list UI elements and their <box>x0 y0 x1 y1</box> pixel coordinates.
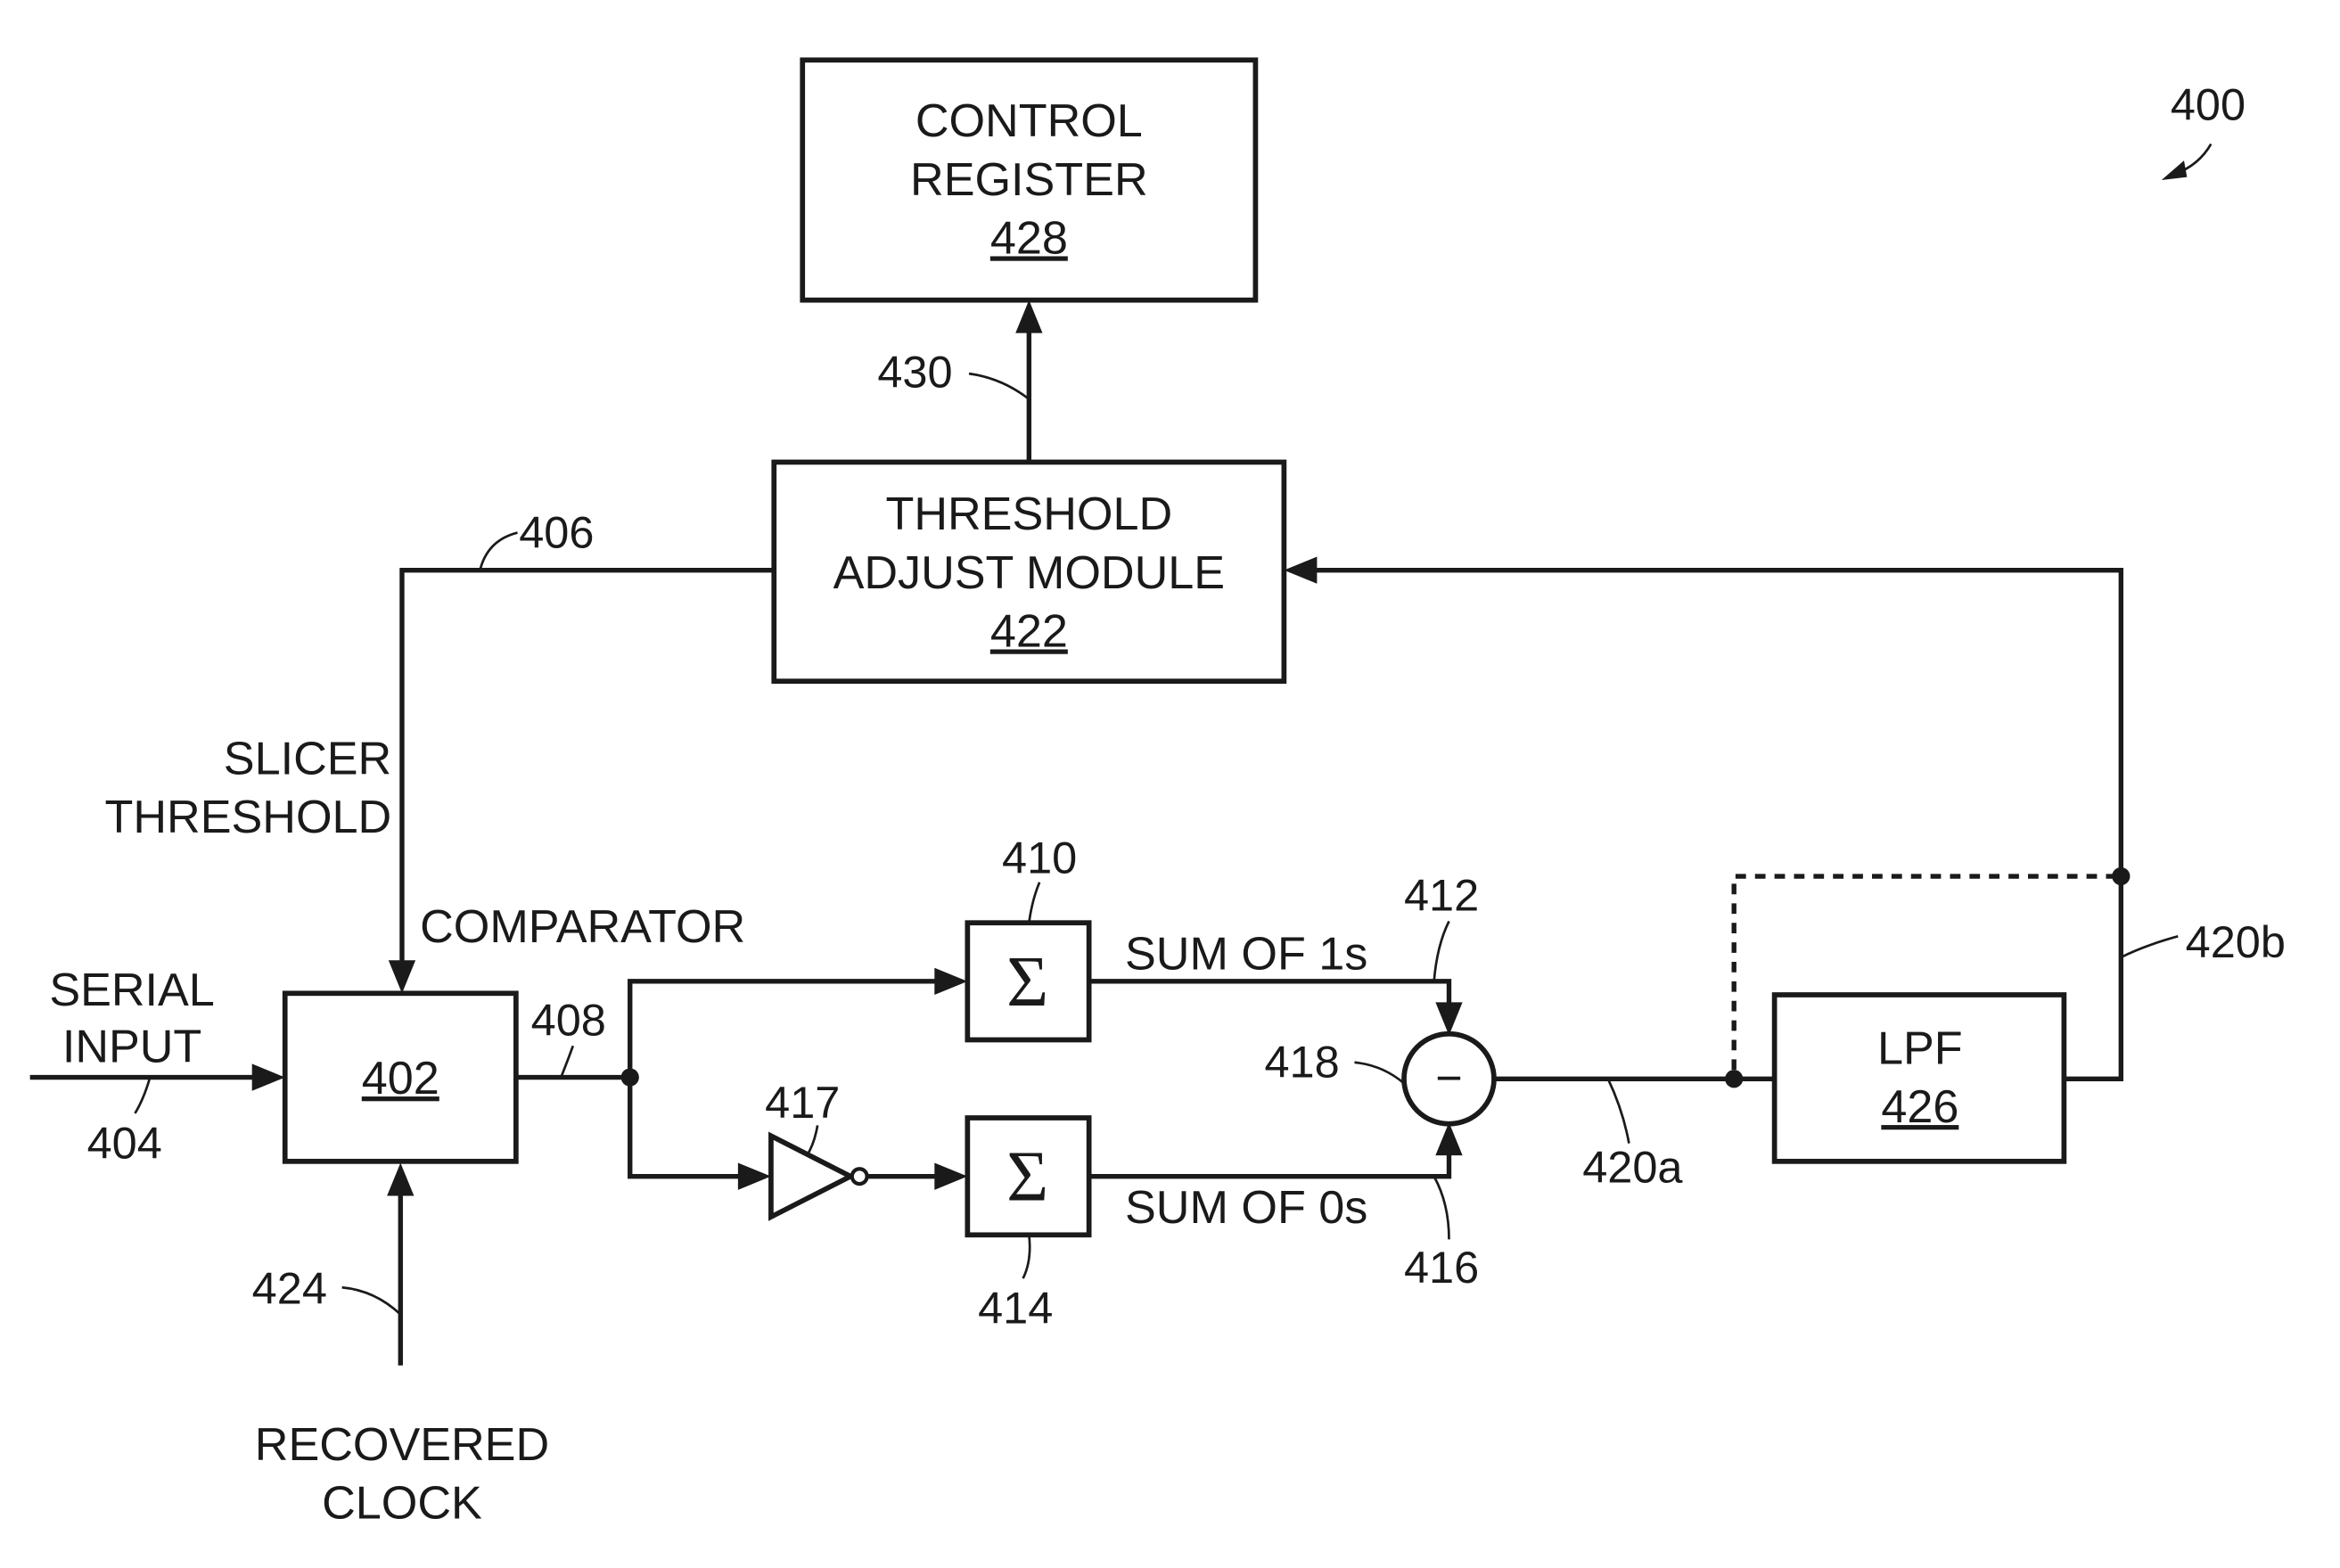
filtered-feedback-leader <box>2120 935 2179 959</box>
inverter-bubble <box>850 1167 869 1186</box>
subtractor-leader <box>1354 1061 1405 1085</box>
sum-ones-leader <box>1027 882 1041 924</box>
threshold-adjust-ref: 422 <box>990 605 1068 657</box>
lpf-label: LPF <box>1877 1022 1963 1074</box>
filtered-feedback-ref: 420b <box>2186 916 2286 967</box>
serial-input-label-2: INPUT <box>62 1022 201 1073</box>
comparator-label: COMPARATOR <box>420 901 745 953</box>
sum-of-ones-leader <box>1433 920 1450 981</box>
sum-of-zeros-arrowhead <box>1435 1122 1463 1156</box>
difference-junction <box>1725 1070 1744 1088</box>
figure-number-arrowhead <box>2161 160 2188 180</box>
slicer-threshold-leader <box>479 531 518 571</box>
serial-input-leader <box>134 1077 152 1114</box>
recovered-clock-ref: 424 <box>252 1263 327 1314</box>
block-diagram: 400 CONTROL REGISTER 428 430 THRESHOLD A… <box>29 57 2286 1529</box>
register-write-arrowhead <box>1015 300 1043 333</box>
zeros-branch-wire <box>628 1077 746 1179</box>
filtered-feedback-arrowhead <box>1284 556 1318 584</box>
difference-leader <box>1606 1078 1630 1144</box>
sum-of-ones-ref: 412 <box>1404 870 1479 921</box>
sum-of-zeros-leader <box>1433 1176 1450 1240</box>
sum-ones-symbol: Σ <box>1006 942 1048 1022</box>
subtractor-ref: 418 <box>1265 1037 1340 1088</box>
sum-of-zeros-label: SUM OF 0s <box>1125 1182 1367 1234</box>
inverter-leader <box>806 1125 819 1156</box>
feedback-junction <box>2112 866 2131 886</box>
sum-of-zeros-wire <box>1088 1149 1452 1179</box>
comparator-output-leader <box>560 1045 575 1079</box>
serial-input-arrowhead <box>251 1063 285 1091</box>
sum-of-ones-arrowhead <box>1435 1002 1463 1036</box>
figure-number: 400 <box>2171 79 2246 130</box>
threshold-adjust-label-1: THRESHOLD <box>886 488 1173 540</box>
slicer-threshold-arrowhead <box>388 960 416 994</box>
comparator-output-ref: 408 <box>531 994 606 1045</box>
serial-input-label-1: SERIAL <box>49 965 215 1016</box>
recovered-clock-leader <box>341 1285 402 1316</box>
inverter-output-arrowhead <box>934 1162 968 1190</box>
slicer-threshold-ref: 406 <box>519 506 594 557</box>
control-register-label-2: REGISTER <box>910 154 1148 206</box>
sum-ones-ref: 410 <box>1002 833 1077 883</box>
control-register-label-1: CONTROL <box>915 95 1143 147</box>
sum-zeros-leader <box>1022 1235 1031 1279</box>
recovered-clock-label-1: RECOVERED <box>255 1419 549 1471</box>
recovered-clock-label-2: CLOCK <box>322 1477 482 1529</box>
inverter-ref: 417 <box>765 1077 840 1128</box>
register-write-leader <box>968 372 1030 400</box>
recovered-clock-arrowhead <box>387 1162 415 1196</box>
ones-branch-wire <box>628 979 942 1078</box>
sum-zeros-symbol: Σ <box>1006 1137 1048 1217</box>
comparator-ref: 402 <box>362 1053 439 1104</box>
sum-of-ones-label: SUM OF 1s <box>1125 928 1367 980</box>
sum-of-ones-wire <box>1088 979 1452 1009</box>
lpf-block[interactable] <box>1771 992 2067 1164</box>
serial-input-ref: 404 <box>87 1117 162 1168</box>
ones-branch-arrowhead <box>934 967 968 995</box>
difference-ref: 420a <box>1582 1141 1683 1192</box>
control-register-ref: 428 <box>990 212 1068 264</box>
slicer-threshold-label-1: SLICER <box>224 734 391 785</box>
sum-of-zeros-ref: 416 <box>1404 1242 1479 1293</box>
lpf-ref: 426 <box>1881 1081 1958 1133</box>
register-write-ref: 430 <box>877 346 952 397</box>
sum-zeros-ref: 414 <box>978 1283 1053 1334</box>
slicer-threshold-label-2: THRESHOLD <box>105 792 392 843</box>
threshold-adjust-label-2: ADJUST MODULE <box>833 547 1225 599</box>
subtractor-symbol: − <box>1435 1053 1462 1104</box>
zeros-branch-arrowhead <box>737 1162 771 1190</box>
